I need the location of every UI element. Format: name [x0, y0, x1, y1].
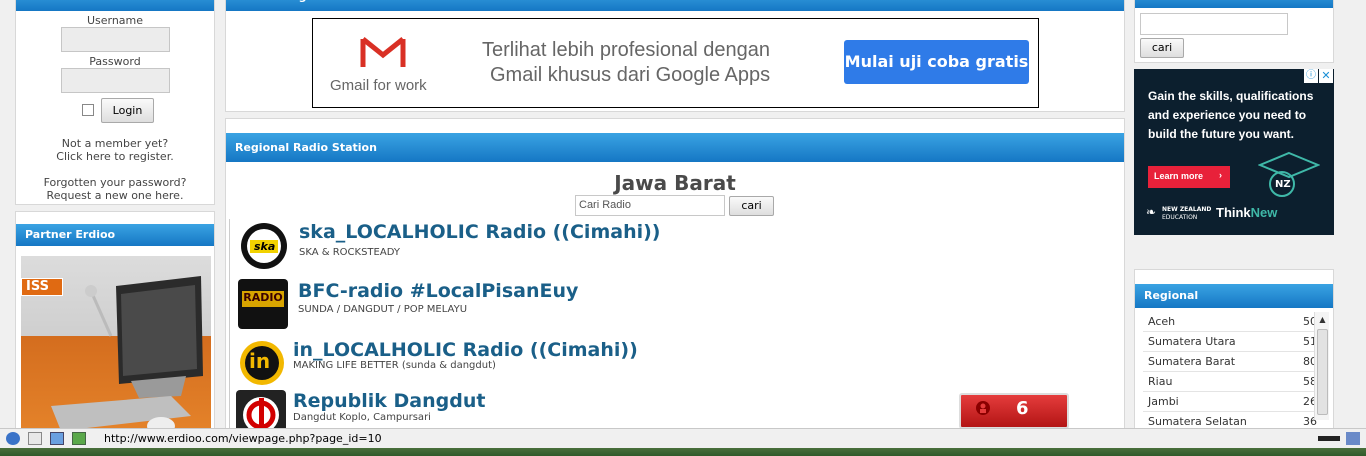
- regional-item[interactable]: Riau 58: [1143, 372, 1319, 392]
- gmail-logo-icon: [360, 37, 406, 67]
- nz-ad-line-3: build the future you want.: [1148, 127, 1294, 141]
- graduation-cap-icon: [1258, 151, 1320, 197]
- regional-item[interactable]: Sumatera Barat 80: [1143, 352, 1319, 372]
- regional-item[interactable]: Aceh 50: [1143, 312, 1319, 332]
- gmail-ad[interactable]: Gmail for work Terlihat lebih profesiona…: [312, 18, 1039, 108]
- regional-item[interactable]: Sumatera Utara 51: [1143, 332, 1319, 352]
- mail-icon[interactable]: [28, 432, 42, 445]
- forgot-link[interactable]: Request a new one here.: [16, 189, 214, 202]
- station-logo: in: [238, 339, 288, 389]
- regional-item-name: Sumatera Utara: [1148, 335, 1236, 348]
- regional-item-name: Jambi: [1148, 395, 1179, 408]
- nz-ad-line-1: Gain the skills, qualifications: [1148, 89, 1314, 103]
- station-row[interactable]: RADIO BFC-radio #LocalPisanEuy SUNDA / D…: [226, 279, 1124, 335]
- ad-line-1: Terlihat lebih profesional dengan: [482, 39, 770, 61]
- region-title: Jawa Barat: [614, 171, 736, 195]
- status-bar: http://www.erdioo.com/viewpage.php?page_…: [0, 428, 1366, 448]
- right-search-header: [1135, 0, 1333, 8]
- partner-panel: Partner Erdioo ISS: [15, 211, 215, 456]
- learn-more-label: Learn more: [1154, 171, 1204, 181]
- right-search-input[interactable]: [1140, 13, 1288, 35]
- station-row[interactable]: in in_LOCALHOLIC Radio ((Cimahi)) MAKING…: [226, 337, 1124, 393]
- station-genre: SUNDA / DANGDUT / POP MELAYU: [298, 304, 468, 315]
- station-logo-text: ska: [254, 240, 276, 253]
- listener-counter[interactable]: 6: [959, 393, 1069, 429]
- username-input[interactable]: [61, 27, 170, 52]
- station-logo: ska: [239, 221, 289, 271]
- ad-line-2: Gmail khusus dari Google Apps: [490, 64, 771, 86]
- station-row[interactable]: ska ska_LOCALHOLIC Radio ((Cimahi)) SKA …: [226, 221, 1124, 277]
- nz-ad-line-2: and experience you need to: [1148, 108, 1307, 122]
- station-logo-text: RADIO: [242, 291, 284, 307]
- login-button[interactable]: Login: [101, 98, 154, 123]
- new-label: New: [1250, 205, 1278, 220]
- partner-banner[interactable]: ISS: [21, 256, 211, 456]
- username-label: Username: [86, 14, 144, 27]
- scroll-up-icon[interactable]: ▲: [1315, 312, 1330, 327]
- status-url: http://www.erdioo.com/viewpage.php?page_…: [104, 432, 382, 445]
- station-genre: SKA & ROCKSTEADY: [299, 247, 400, 258]
- password-label: Password: [89, 55, 141, 68]
- network-icon: [1346, 432, 1360, 445]
- regional-title: Regional: [1135, 284, 1333, 308]
- gmail-for-work-label: Gmail for work: [330, 77, 427, 94]
- nz-badge: NZ: [1275, 179, 1291, 190]
- password-input[interactable]: [61, 68, 170, 93]
- taskbar: [0, 448, 1366, 456]
- advertising-header: Advertising: [226, 0, 1124, 11]
- station-name[interactable]: Republik Dangdut: [293, 390, 485, 412]
- person-icon: [976, 401, 990, 415]
- nz-brand-small: NEW ZEALAND: [1162, 206, 1212, 213]
- chat-icon[interactable]: [50, 432, 64, 445]
- advertising-panel: Advertising Gmail for work Terlihat lebi…: [225, 0, 1125, 112]
- ad-cta-button[interactable]: Mulai uji coba gratis: [844, 40, 1029, 84]
- think-label: Think: [1216, 205, 1251, 220]
- station-logo: RADIO: [238, 279, 288, 329]
- login-panel-header: [16, 0, 214, 11]
- regional-scrollbar[interactable]: ▲: [1314, 312, 1329, 420]
- station-name[interactable]: ska_LOCALHOLIC Radio ((Cimahi)): [299, 221, 660, 243]
- station-name[interactable]: BFC-radio #LocalPisanEuy: [298, 280, 578, 302]
- adchoices-icon[interactable]: ⓘ: [1304, 69, 1318, 83]
- station-logo-text: in: [249, 349, 271, 373]
- regional-item-name: Riau: [1148, 375, 1173, 388]
- station-genre: Dangdut Koplo, Campursari: [293, 412, 431, 423]
- register-text-1: Not a member yet?: [61, 137, 169, 150]
- computer-illustration-icon: [51, 276, 203, 435]
- register-link[interactable]: Click here to register.: [16, 150, 214, 163]
- radio-panel: Regional Radio Station Jawa Barat Cari R…: [225, 118, 1125, 440]
- think-new-logo: ThinkNew: [1216, 205, 1277, 220]
- station-genre: MAKING LIFE BETTER (sunda & dangdut): [293, 360, 496, 371]
- partner-title: Partner Erdioo: [16, 224, 214, 246]
- regional-item-name: Sumatera Selatan: [1148, 415, 1247, 428]
- scroll-thumb[interactable]: [1317, 329, 1328, 415]
- radio-search-button[interactable]: cari: [729, 196, 774, 216]
- regional-item[interactable]: Jambi 26: [1143, 392, 1319, 412]
- nz-education-ad[interactable]: ⓘ ✕ Gain the skills, qualifications and …: [1134, 69, 1334, 235]
- station-name[interactable]: in_LOCALHOLIC Radio ((Cimahi)): [293, 339, 638, 361]
- fern-icon: ❧: [1146, 205, 1157, 219]
- compose-icon[interactable]: [72, 432, 86, 445]
- regional-panel: Regional Aceh 50 Sumatera Utara 51 Sumater…: [1134, 269, 1334, 439]
- globe-icon[interactable]: [6, 432, 20, 445]
- regional-item-name: Aceh: [1148, 315, 1176, 328]
- learn-more-button[interactable]: Learn more ›: [1148, 166, 1230, 188]
- listener-count: 6: [1016, 398, 1029, 419]
- radio-panel-title: Regional Radio Station: [226, 133, 1124, 162]
- remember-me-checkbox[interactable]: [82, 104, 94, 116]
- right-search-panel: cari: [1134, 0, 1334, 63]
- connection-icon: [1318, 436, 1340, 441]
- regional-item-name: Sumatera Barat: [1148, 355, 1236, 368]
- radio-search-input[interactable]: Cari Radio: [575, 195, 725, 216]
- nz-brand-small-2: EDUCATION: [1162, 214, 1198, 221]
- forgot-text: Forgotten your password?: [43, 176, 187, 189]
- login-panel: Username Password Login Not a member yet…: [15, 0, 215, 205]
- ad-close-icon[interactable]: ✕: [1319, 69, 1333, 83]
- right-search-button[interactable]: cari: [1140, 38, 1184, 58]
- chevron-right-icon: ›: [1219, 170, 1222, 180]
